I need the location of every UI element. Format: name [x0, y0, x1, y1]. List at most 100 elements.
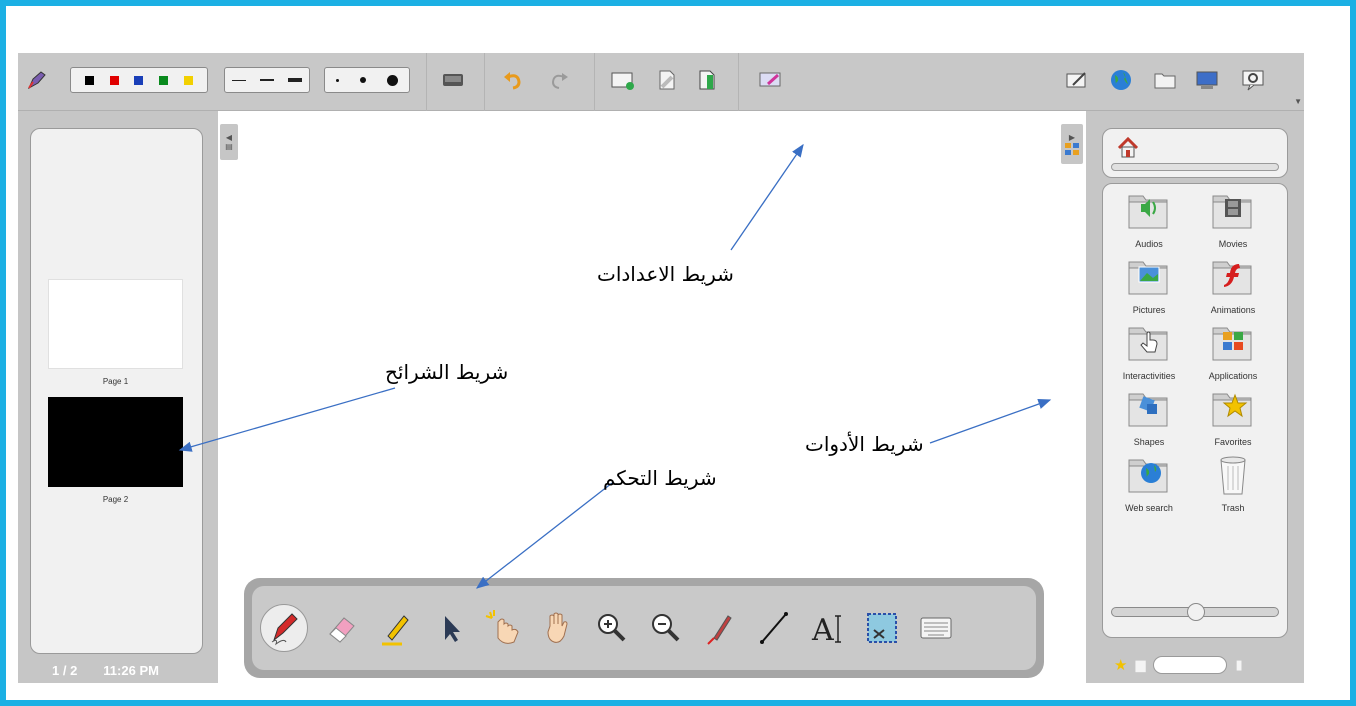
line-thin[interactable]	[232, 79, 246, 81]
clock: 11:26 PM	[103, 662, 159, 678]
new-folder-icon[interactable]: ▆	[1135, 657, 1145, 673]
library-item[interactable]: Audios	[1107, 190, 1191, 249]
color-swatch[interactable]	[159, 75, 169, 85]
control-bar-annotation: شريط التحكم	[603, 466, 717, 490]
separator	[594, 53, 595, 111]
laser-pointer-icon[interactable]	[700, 604, 740, 652]
library-item-label: Shapes	[1133, 437, 1165, 447]
library-item-label: Trash	[1221, 503, 1245, 513]
library-icon	[1065, 142, 1079, 155]
status-bar: 1 / 2 11:26 PM	[18, 657, 218, 683]
audio-folder-icon	[1127, 190, 1171, 237]
library-navigation	[1102, 128, 1288, 178]
library-item[interactable]: Animations	[1191, 256, 1275, 315]
triangle-right-icon: ▶	[1068, 132, 1076, 142]
line-thick[interactable]	[288, 78, 302, 82]
separator	[426, 53, 427, 111]
page-thumbnail[interactable]: Page 1	[48, 279, 183, 386]
page-icon: ▤	[225, 142, 233, 151]
library-browser: Audios Movies Pictures Animations Interactiv…	[1102, 183, 1288, 638]
page-color-icon[interactable]	[694, 67, 720, 93]
laser-hand-icon[interactable]	[484, 604, 524, 652]
library-item-label: Audios	[1135, 239, 1163, 249]
chevron-down-icon[interactable]: ▼	[1294, 97, 1302, 106]
thumbnail-image[interactable]	[48, 397, 183, 487]
dot-large[interactable]	[387, 74, 399, 86]
control-toolbar: A	[244, 578, 1044, 678]
globe-icon[interactable]	[1108, 67, 1134, 93]
color-swatch[interactable]	[134, 75, 144, 85]
dot-small[interactable]	[335, 78, 339, 82]
home-icon[interactable]	[1117, 136, 1139, 164]
redo-icon[interactable]	[546, 67, 572, 93]
color-swatch[interactable]	[84, 75, 94, 85]
screen-icon[interactable]	[1194, 67, 1220, 93]
page-thumbnail[interactable]: Page 2	[48, 397, 183, 504]
line-medium[interactable]	[260, 79, 274, 81]
control-tools: A	[252, 586, 1036, 670]
collapse-left-panel-button[interactable]: ◀ ▤	[220, 124, 238, 160]
breadcrumb-scrollbar[interactable]	[1111, 163, 1279, 171]
triangle-left-icon: ◀	[225, 133, 233, 142]
web-search-icon	[1127, 454, 1171, 501]
hand-icon[interactable]	[538, 604, 578, 652]
folder-icon[interactable]	[1152, 67, 1178, 93]
page-counter: 1 / 2	[52, 662, 78, 678]
library-item-label: Web search	[1125, 503, 1173, 513]
shapes-folder-icon	[1127, 388, 1171, 435]
library-item[interactable]: Movies	[1191, 190, 1275, 249]
library-item-label: Interactivities	[1122, 371, 1176, 381]
library-item-label: Favorites	[1214, 437, 1252, 447]
eraser-icon[interactable]	[322, 604, 362, 652]
search-input[interactable]	[1153, 656, 1228, 674]
page-label: Page 2	[102, 495, 129, 504]
color-palette[interactable]	[70, 67, 208, 93]
library-item-label: Movies	[1218, 239, 1248, 249]
library-item[interactable]: Favorites	[1191, 388, 1275, 447]
page-icon[interactable]	[654, 67, 680, 93]
dot-medium[interactable]	[359, 77, 366, 83]
settings-bar-annotation: شريط الاعدادات	[597, 262, 734, 286]
trash-icon[interactable]: ▮	[1235, 657, 1242, 673]
pen-icon[interactable]	[260, 604, 308, 652]
applications-folder-icon	[1211, 322, 1255, 369]
trash-icon	[1211, 454, 1255, 501]
keyboard-icon[interactable]	[440, 67, 466, 93]
slides-panel: Page 1 Page 2 1 / 2 11:26 PM	[18, 111, 218, 683]
tools-panel: Audios Movies Pictures Animations Interactiv…	[1086, 111, 1304, 683]
collapse-right-panel-button[interactable]: ▶	[1061, 124, 1083, 164]
library-item[interactable]: Web search	[1107, 454, 1191, 513]
library-item[interactable]: Applications	[1191, 322, 1275, 381]
separator	[484, 53, 485, 111]
library-item[interactable]: Pictures	[1107, 256, 1191, 315]
highlighter-icon[interactable]	[376, 604, 416, 652]
star-icon[interactable]: ★	[1114, 656, 1127, 674]
line-icon[interactable]	[754, 604, 794, 652]
library-actions: ★ ▆ ▮	[1114, 655, 1284, 675]
library-item[interactable]: Interactivities	[1107, 322, 1191, 381]
capture-icon[interactable]	[862, 604, 902, 652]
line-width-selector[interactable]	[224, 67, 310, 93]
clear-icon[interactable]	[758, 67, 784, 93]
color-swatch[interactable]	[109, 75, 119, 85]
pen-tablet-icon[interactable]	[1064, 67, 1090, 93]
color-swatch[interactable]	[184, 75, 194, 85]
favorites-folder-icon	[1211, 388, 1255, 435]
separator	[738, 53, 739, 111]
zoom-slider[interactable]	[1111, 603, 1279, 621]
undo-icon[interactable]	[500, 67, 526, 93]
pointer-icon[interactable]	[430, 604, 470, 652]
library-item[interactable]: Trash	[1191, 454, 1275, 513]
zoom-out-icon[interactable]	[646, 604, 686, 652]
thumbnail-image[interactable]	[48, 279, 183, 369]
text-icon[interactable]: A	[808, 604, 848, 652]
zoom-in-icon[interactable]	[592, 604, 632, 652]
virtual-keyboard-icon[interactable]	[916, 604, 956, 652]
zoom-slider-knob[interactable]	[1187, 603, 1205, 621]
pen-settings-icon[interactable]	[24, 67, 50, 93]
new-page-icon[interactable]	[610, 67, 636, 93]
point-size-selector[interactable]	[324, 67, 410, 93]
settings-icon[interactable]	[1240, 67, 1266, 93]
library-item[interactable]: Shapes	[1107, 388, 1191, 447]
pictures-folder-icon	[1127, 256, 1171, 303]
